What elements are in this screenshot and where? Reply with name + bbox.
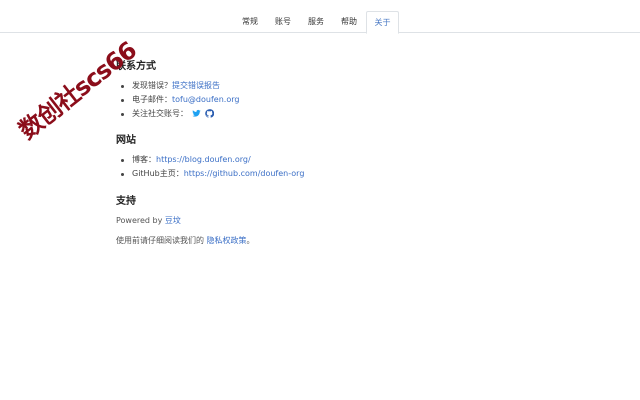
tab-services[interactable]: 服务	[301, 11, 331, 33]
tab-help[interactable]: 帮助	[334, 11, 364, 33]
blog-link[interactable]: https://blog.doufen.org/	[156, 155, 251, 164]
bug-report-link[interactable]: 提交错误报告	[172, 81, 220, 90]
social-label: 关注社交账号：	[132, 109, 188, 118]
tab-account[interactable]: 账号	[268, 11, 298, 33]
doufen-link[interactable]: 豆坟	[165, 216, 181, 225]
blog-label: 博客：	[132, 155, 156, 164]
github-icon[interactable]	[205, 109, 214, 118]
email-label: 电子邮件：	[132, 95, 172, 104]
websites-list: 博客：https://blog.doufen.org/ GitHub主页：htt…	[116, 153, 304, 181]
contact-list: 发现错误？提交错误报告 电子邮件：tofu@doufen.org 关注社交账号：	[116, 79, 239, 121]
tab-about[interactable]: 关于	[366, 11, 399, 34]
list-item: 博客：https://blog.doufen.org/	[116, 153, 304, 167]
websites-heading: 网站	[116, 135, 136, 146]
privacy-prefix: 使用前请仔细阅读我们的	[116, 236, 207, 245]
list-item: 关注社交账号：	[116, 107, 239, 121]
list-item: GitHub主页：https://github.com/doufen-org	[116, 167, 304, 181]
support-heading: 支持	[116, 196, 136, 207]
list-item: 电子邮件：tofu@doufen.org	[116, 93, 239, 107]
powered-by-label: Powered by	[116, 216, 165, 225]
privacy-text: 使用前请仔细阅读我们的 隐私权政策。	[116, 235, 255, 246]
powered-by-text: Powered by 豆坟	[116, 215, 181, 226]
tab-general[interactable]: 常规	[235, 11, 265, 33]
github-link[interactable]: https://github.com/doufen-org	[184, 169, 305, 178]
bug-label: 发现错误？	[132, 81, 172, 90]
privacy-policy-link[interactable]: 隐私权政策	[207, 236, 247, 245]
twitter-icon[interactable]	[192, 109, 201, 118]
about-page: 常规 账号 服务 帮助 关于 联系方式 发现错误？提交错误报告 电子邮件：tof…	[0, 0, 640, 400]
email-link[interactable]: tofu@doufen.org	[172, 95, 239, 104]
settings-tabs: 常规 账号 服务 帮助 关于	[0, 0, 640, 34]
list-item: 发现错误？提交错误报告	[116, 79, 239, 93]
github-label: GitHub主页：	[132, 169, 184, 178]
privacy-suffix: 。	[246, 236, 255, 245]
